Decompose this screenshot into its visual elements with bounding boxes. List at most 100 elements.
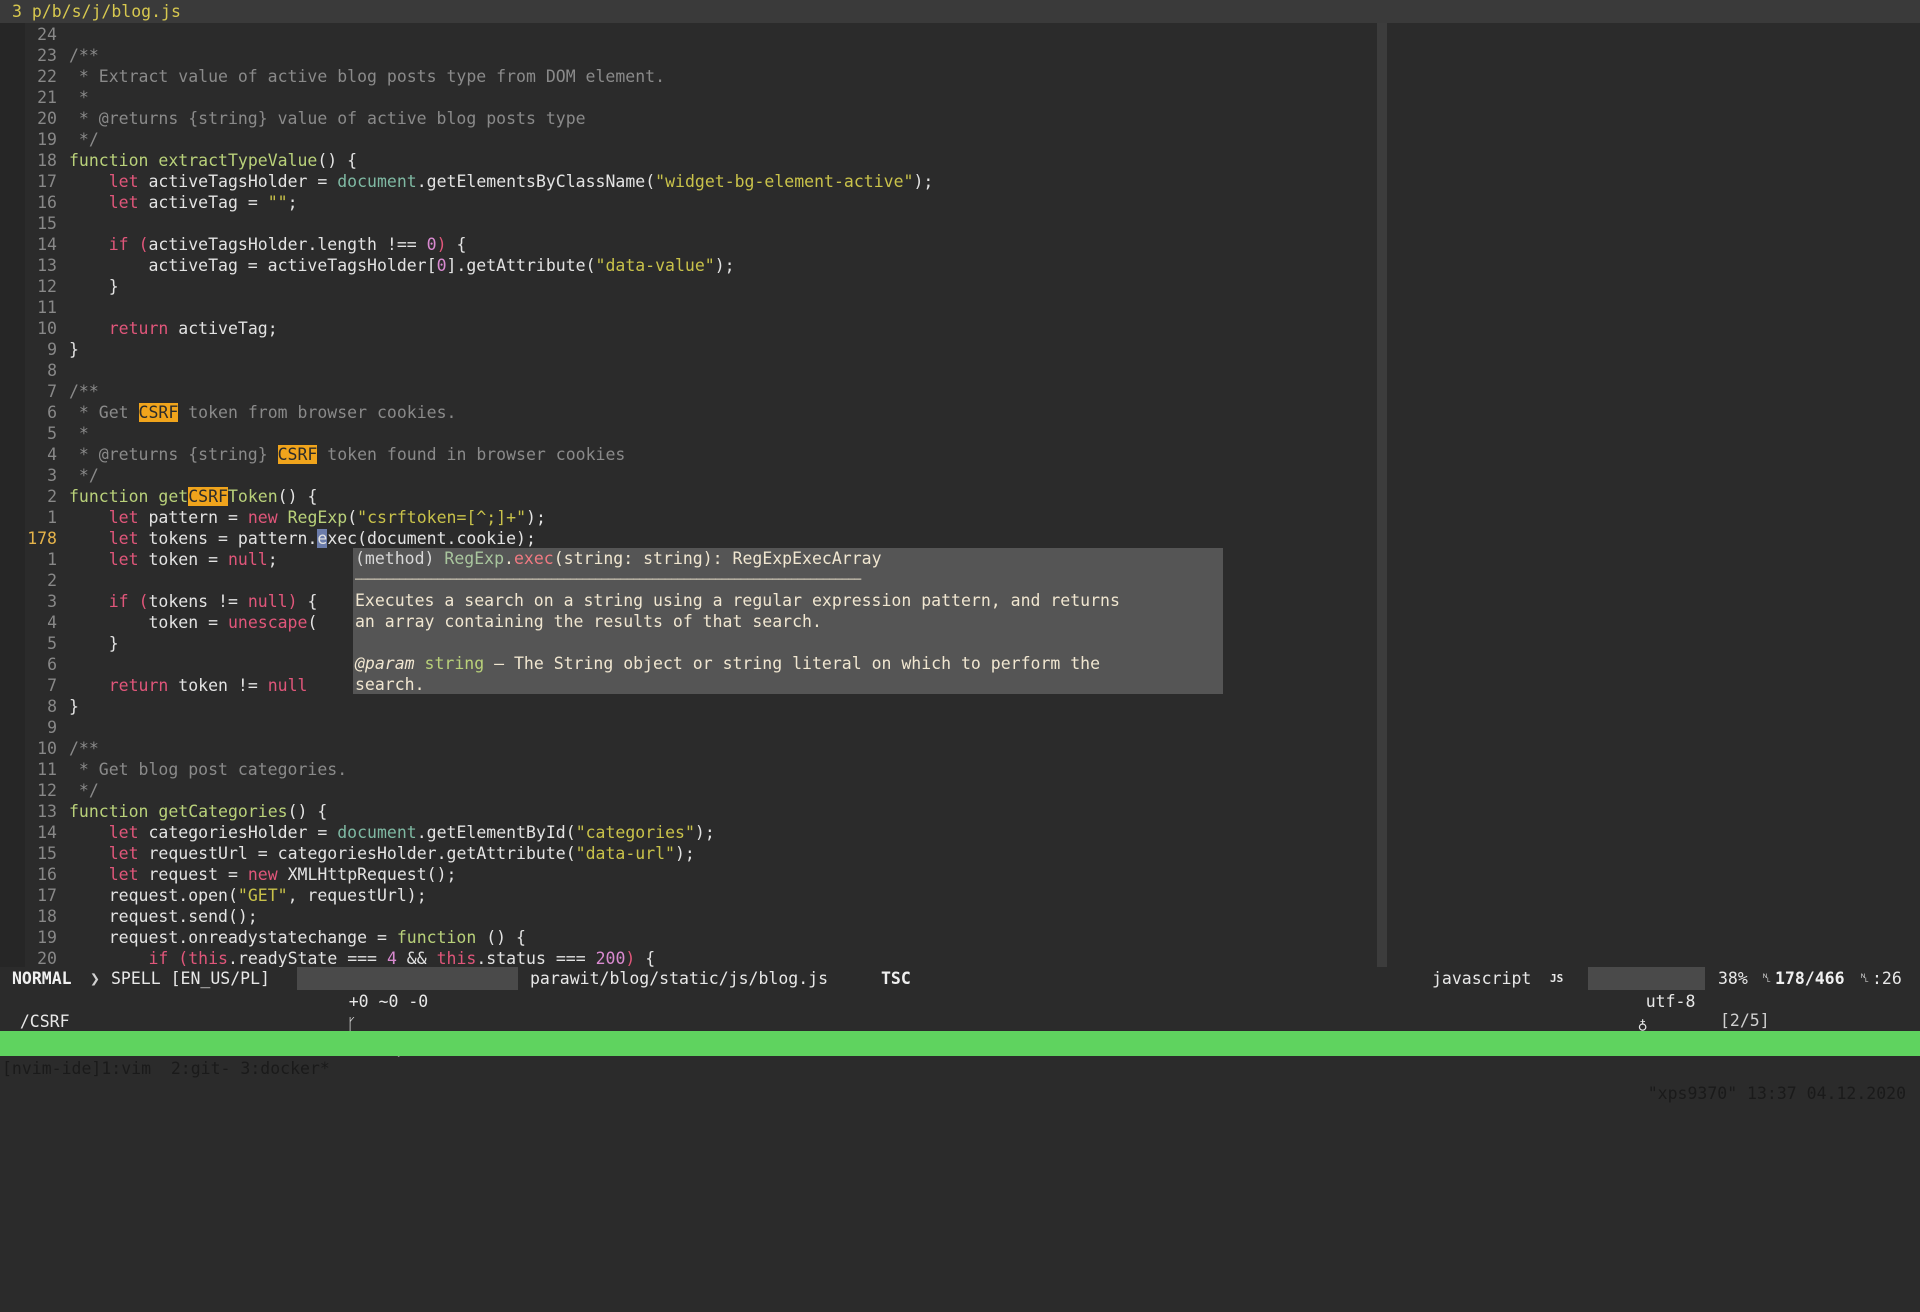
line-number: 3 [47, 466, 57, 485]
code-line[interactable]: 9} [25, 339, 1377, 360]
code-line[interactable]: 178 let tokens = pattern.exec(document.c… [25, 528, 1377, 549]
code-line[interactable]: 22 * Extract value of active blog posts … [25, 66, 1377, 87]
code-line[interactable]: 15 [25, 213, 1377, 234]
code-line[interactable]: 17 let activeTagsHolder = document.getEl… [25, 171, 1377, 192]
code-line[interactable]: 2 function getCSRFToken() { [25, 486, 1377, 507]
line-number: 10 [37, 739, 57, 758]
code-line[interactable]: 19 request.onreadystatechange = function… [25, 927, 1377, 948]
git-segment[interactable]: +0 ~0 -0 ᚴ develop [297, 967, 518, 1057]
line-number: 17 [37, 172, 57, 191]
line-number: 16 [37, 865, 57, 884]
code-line[interactable]: 14 let categoriesHolder = document.getEl… [25, 822, 1377, 843]
code-line[interactable]: 14 if (activeTagsHolder.length !== 0) { [25, 234, 1377, 255]
code-line[interactable]: 12 */ [25, 780, 1377, 801]
code-token: getCategories [158, 802, 288, 821]
code-token: * @returns {string} value of active blog… [69, 109, 586, 128]
code-line[interactable]: 3 */ [25, 465, 1377, 486]
signature-kind: (method) [355, 549, 445, 568]
code-token: token != [168, 676, 268, 695]
line-number: 11 [37, 760, 57, 779]
code-line[interactable]: 9 [25, 717, 1377, 738]
code-token: tokens != [148, 592, 248, 611]
line-number: 3 [47, 592, 57, 611]
code-line[interactable]: 16 let request = new XMLHttpRequest(); [25, 864, 1377, 885]
tabline: 3 p/b/s/j/blog.js [0, 0, 1920, 23]
code-line[interactable]: 18 request.send(); [25, 906, 1377, 927]
code-token: if [108, 235, 129, 254]
code-line[interactable]: 4 * @returns {string} CSRF token found i… [25, 444, 1377, 465]
code-token: "data-value" [595, 256, 715, 275]
code-token: ) [625, 949, 636, 967]
code-token: ; [267, 550, 278, 569]
line-number: 2 [47, 487, 57, 506]
line-number: 17 [37, 886, 57, 905]
code-line[interactable]: 24 [25, 24, 1377, 45]
signature-params: (string: string): RegExpExecArray [553, 549, 882, 568]
code-line[interactable]: 19 */ [25, 129, 1377, 150]
search-command: /CSRF [19, 1012, 70, 1031]
code-token: "data-url" [575, 844, 675, 863]
popup-description-line-1: Executes a search on a string using a re… [355, 591, 1120, 610]
search-match-count: [2/5] [1720, 1011, 1770, 1030]
code-token: let [108, 508, 139, 527]
mode-indicator: NORMAL [12, 969, 72, 988]
code-line[interactable]: 12 } [25, 276, 1377, 297]
signature-dot: . [504, 549, 514, 568]
code-line[interactable]: 8 [25, 360, 1377, 381]
param-name: string [424, 654, 485, 673]
tmux-windows[interactable]: [nvim-ide]1:vim 2:git- 3:docker* [2, 1056, 330, 1081]
popup-param-line-2: search. [355, 675, 425, 694]
code-token: .readyState === [227, 949, 387, 967]
code-token: activeTag = activeTagsHolder[ [69, 256, 437, 275]
code-token: tokens = pattern. [138, 529, 318, 548]
command-line[interactable]: /CSRF [0, 990, 1920, 1031]
code-line[interactable]: 10 /** [25, 738, 1377, 759]
code-line[interactable]: 21 * [25, 87, 1377, 108]
code-editor[interactable]: 24 23/** 22 * Extract value of active blog… [25, 23, 1377, 967]
code-line[interactable]: 1 let pattern = new RegExp("csrftoken=[^… [25, 507, 1377, 528]
code-line[interactable]: 6 * Get CSRF token from browser cookies. [25, 402, 1377, 423]
code-line[interactable]: 18 function extractTypeValue() { [25, 150, 1377, 171]
code-token: null [267, 676, 308, 695]
code-token: token = [138, 550, 228, 569]
code-line[interactable]: 13 activeTag = activeTagsHolder[0].getAt… [25, 255, 1377, 276]
line-number: 7 [47, 676, 57, 695]
code-line[interactable]: 8} [25, 696, 1377, 717]
code-token: function [69, 802, 149, 821]
code-token: let [108, 550, 139, 569]
code-token: */ [69, 466, 99, 485]
code-token: document [337, 823, 417, 842]
code-line[interactable]: 5 * [25, 423, 1377, 444]
buffer-tab[interactable]: 3 p/b/s/j/blog.js [0, 2, 181, 21]
popup-separator: ────────────────────────────────────────… [355, 573, 861, 586]
vertical-split-divider[interactable] [1377, 23, 1387, 967]
right-split-pane[interactable] [1387, 23, 1920, 967]
code-line[interactable]: 13 function getCategories() { [25, 801, 1377, 822]
tmux-statusbar: [nvim-ide]1:vim 2:git- 3:docker* "xps937… [0, 1031, 1920, 1103]
line-number: 7 [47, 382, 57, 401]
signature-class: RegExp [444, 549, 505, 568]
code-line[interactable]: 20 if (this.readyState === 4 && this.sta… [25, 948, 1377, 967]
code-line[interactable]: 23 /** [25, 45, 1377, 66]
code-line[interactable]: 16 let activeTag = ""; [25, 192, 1377, 213]
code-line[interactable]: 7 /** [25, 381, 1377, 402]
code-line[interactable]: 15 let requestUrl = categoriesHolder.get… [25, 843, 1377, 864]
code-token: () { [317, 151, 358, 170]
code-line[interactable]: 20 * @returns {string} value of active b… [25, 108, 1377, 129]
popup-param-line-1: @param string — The String object or str… [353, 653, 1100, 674]
code-token: } [69, 277, 119, 296]
line-number: 178 [27, 529, 57, 548]
code-token: "widget-bg-element-active" [655, 172, 914, 191]
code-line[interactable]: 17 request.open("GET", requestUrl); [25, 885, 1377, 906]
code-line[interactable]: 11 * Get blog post categories. [25, 759, 1377, 780]
code-token: activeTagsHolder.length !== [148, 235, 427, 254]
code-token: activeTag; [168, 319, 278, 338]
code-line[interactable]: 10 return activeTag; [25, 318, 1377, 339]
code-line[interactable]: 11 [25, 297, 1377, 318]
